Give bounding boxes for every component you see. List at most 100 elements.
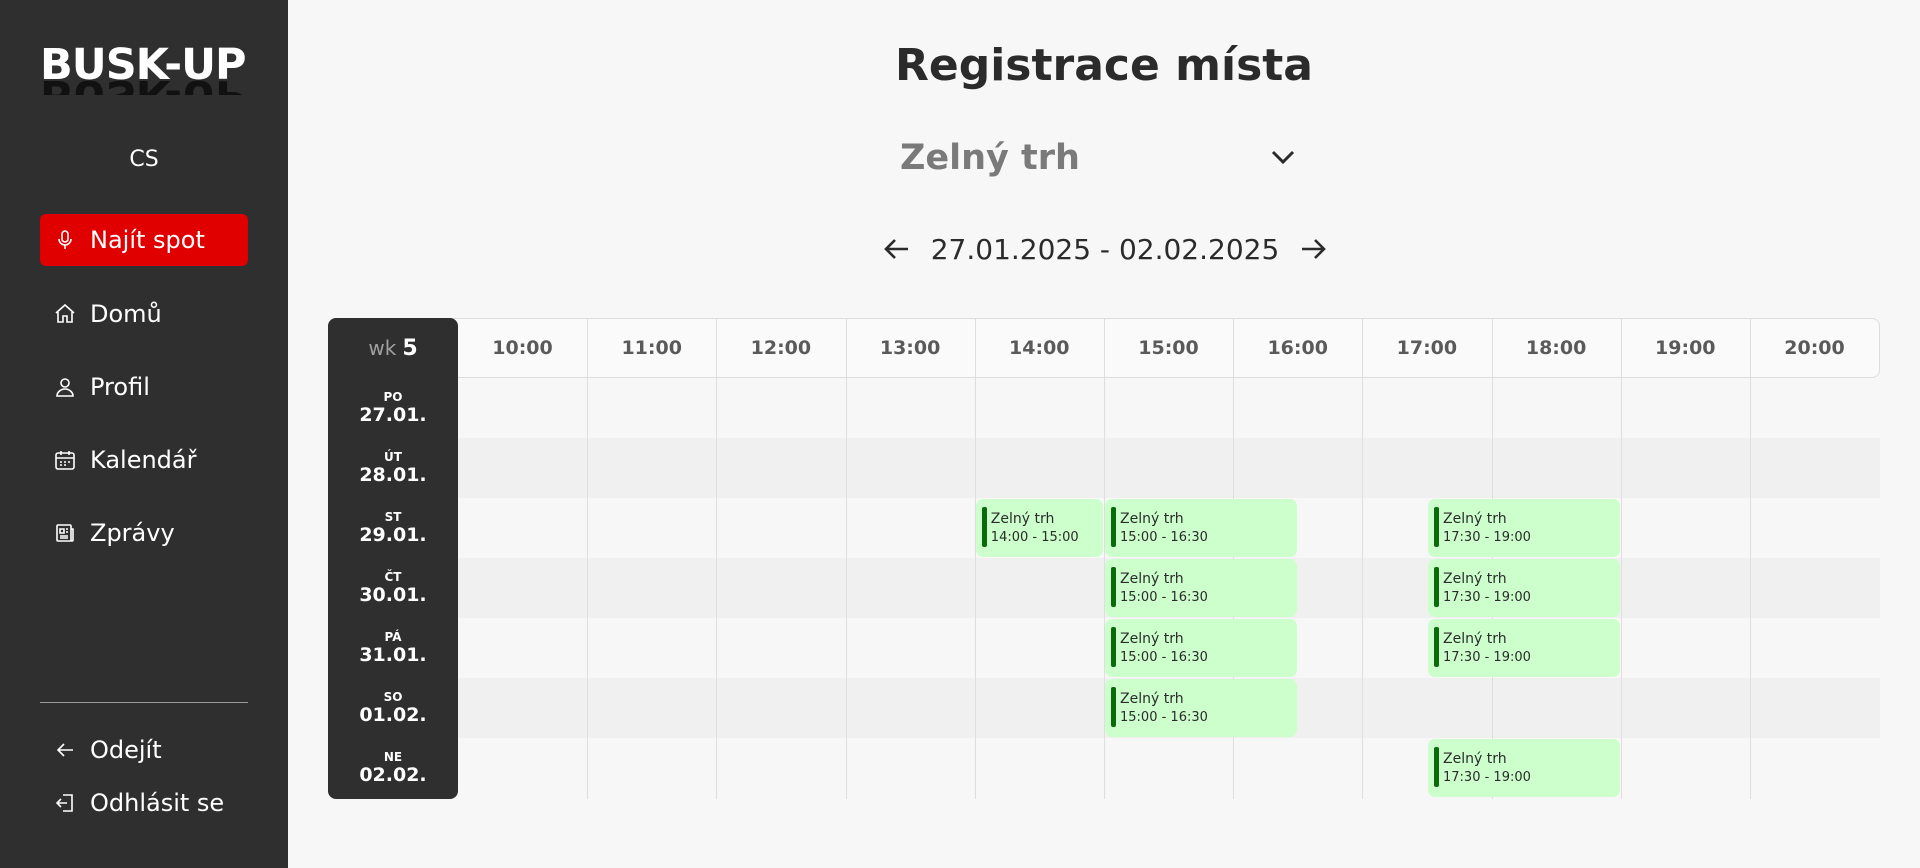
news-icon [52, 520, 78, 546]
day-label: PÁ 31.01. [328, 618, 458, 678]
sidebar: BUSK-UP BUSK-UP CS Najít spot Domů Profi… [0, 0, 288, 868]
logout-button[interactable]: Odhlásit se [40, 777, 248, 829]
sidebar-item-find-spot[interactable]: Najít spot [40, 214, 248, 266]
hour-header: 10:00 [492, 337, 553, 359]
slot-location: Zelný trh [1120, 571, 1184, 587]
booking-slot[interactable]: Zelný trh 14:00 - 15:00 [975, 499, 1103, 557]
hour-header: 20:00 [1784, 337, 1845, 359]
home-icon [52, 301, 78, 327]
logout-label: Odhlásit se [90, 789, 225, 817]
sidebar-item-profile[interactable]: Profil [40, 361, 248, 413]
day-column: wk 5 PO 27.01. ÚT 28.01. ST 29.01. ČT 30.01. PÁ 3… [328, 318, 458, 799]
booking-slot[interactable]: Zelný trh 15:00 - 16:30 [1105, 679, 1297, 737]
hour-header: 18:00 [1525, 337, 1587, 359]
hour-gridline [716, 318, 718, 799]
hour-header: 17:00 [1396, 337, 1458, 359]
slot-time: 14:00 - 15:00 [990, 530, 1079, 545]
day-name: PO [383, 390, 403, 404]
slot-time: 15:00 - 16:30 [1120, 530, 1208, 545]
page-title: Registrace místa [895, 40, 1313, 91]
slot-location: Zelný trh [1443, 511, 1507, 527]
hour-gridline [974, 318, 976, 799]
day-name: SO [383, 690, 403, 704]
day-name: ST [384, 510, 402, 524]
user-icon [52, 374, 78, 400]
week-range: 27.01.2025 - 02.02.2025 [930, 232, 1280, 266]
booking-slot[interactable]: Zelný trh 15:00 - 16:30 [1105, 499, 1297, 557]
next-week-button[interactable] [1296, 232, 1330, 266]
chevron-down-icon [1268, 144, 1298, 170]
calendar-icon [52, 447, 78, 473]
hour-header: 13:00 [879, 337, 941, 359]
sidebar-item-label: Domů [90, 300, 162, 328]
slot-location: Zelný trh [1120, 631, 1184, 647]
slot-location: Zelný trh [1120, 691, 1184, 707]
slot-indicator [1434, 627, 1439, 667]
slot-indicator [1111, 507, 1116, 547]
leave-button[interactable]: Odejít [40, 724, 248, 776]
slot-time: 17:30 - 19:00 [1443, 530, 1531, 545]
day-date: 31.01. [359, 644, 427, 666]
booking-slot[interactable]: Zelný trh 15:00 - 16:30 [1105, 559, 1297, 617]
booking-slot[interactable]: Zelný trh 17:30 - 19:00 [1428, 559, 1620, 617]
sidebar-item-label: Profil [90, 373, 150, 401]
arrow-left-icon [884, 239, 908, 259]
sidebar-item-messages[interactable]: Zprávy [40, 507, 248, 559]
slot-indicator [981, 507, 987, 547]
slot-location: Zelný trh [1443, 631, 1507, 647]
slot-time: 17:30 - 19:00 [1443, 770, 1531, 785]
day-name: PÁ [384, 630, 402, 644]
hour-header: 15:00 [1138, 337, 1199, 359]
sidebar-item-label: Kalendář [90, 446, 197, 474]
slot-indicator [1111, 567, 1116, 607]
hour-gridline [1620, 318, 1622, 799]
logo[interactable]: BUSK-UP BUSK-UP [40, 42, 250, 122]
sidebar-divider [40, 702, 248, 703]
hour-gridline [845, 318, 847, 799]
day-date: 27.01. [359, 404, 427, 426]
hour-header: 11:00 [621, 337, 682, 359]
week-number: wk 5 [328, 318, 458, 378]
slot-location: Zelný trh [1443, 571, 1507, 587]
slot-time: 17:30 - 19:00 [1443, 590, 1531, 605]
sidebar-item-home[interactable]: Domů [40, 288, 248, 340]
slot-time: 15:00 - 16:30 [1120, 710, 1208, 725]
day-date: 30.01. [359, 584, 427, 606]
day-date: 02.02. [359, 764, 427, 786]
day-date: 28.01. [359, 464, 427, 486]
location-select[interactable]: Zelný trh [900, 130, 1310, 186]
day-label: ST 29.01. [328, 498, 458, 558]
language-switch[interactable]: CS [0, 147, 288, 172]
slot-time: 15:00 - 16:30 [1120, 590, 1208, 605]
booking-slot[interactable]: Zelný trh 17:30 - 19:00 [1428, 619, 1620, 677]
hour-gridline [587, 318, 589, 799]
slot-indicator [1434, 507, 1439, 547]
slot-location: Zelný trh [1120, 511, 1184, 527]
booking-slot[interactable]: Zelný trh 15:00 - 16:30 [1105, 619, 1297, 677]
slot-time: 15:00 - 16:30 [1120, 650, 1208, 665]
day-date: 29.01. [359, 524, 427, 546]
day-name: ÚT [384, 450, 402, 464]
day-name: ČT [384, 570, 402, 584]
hour-gridline [1362, 318, 1364, 799]
slot-location: Zelný trh [990, 511, 1055, 527]
arrow-left-icon [52, 737, 78, 763]
booking-slot[interactable]: Zelný trh 17:30 - 19:00 [1428, 499, 1620, 557]
arrow-right-icon [1301, 239, 1326, 259]
logo-reflection: BUSK-UP [40, 70, 246, 120]
sidebar-item-calendar[interactable]: Kalendář [40, 434, 248, 486]
hour-header: 19:00 [1655, 337, 1716, 359]
logout-icon [52, 790, 78, 816]
slot-indicator [1111, 687, 1116, 727]
slot-indicator [1111, 627, 1116, 667]
sidebar-item-label: Zprávy [90, 519, 175, 547]
hour-header: 14:00 [1009, 337, 1070, 359]
week-navigation: 27.01.2025 - 02.02.2025 [880, 226, 1330, 272]
hour-header: 16:00 [1267, 337, 1328, 359]
booking-slot[interactable]: Zelný trh 17:30 - 19:00 [1428, 739, 1620, 797]
day-label: ÚT 28.01. [328, 438, 458, 498]
day-label: NE 02.02. [328, 738, 458, 798]
day-date: 01.02. [359, 704, 427, 726]
leave-label: Odejít [90, 736, 162, 764]
prev-week-button[interactable] [880, 232, 914, 266]
